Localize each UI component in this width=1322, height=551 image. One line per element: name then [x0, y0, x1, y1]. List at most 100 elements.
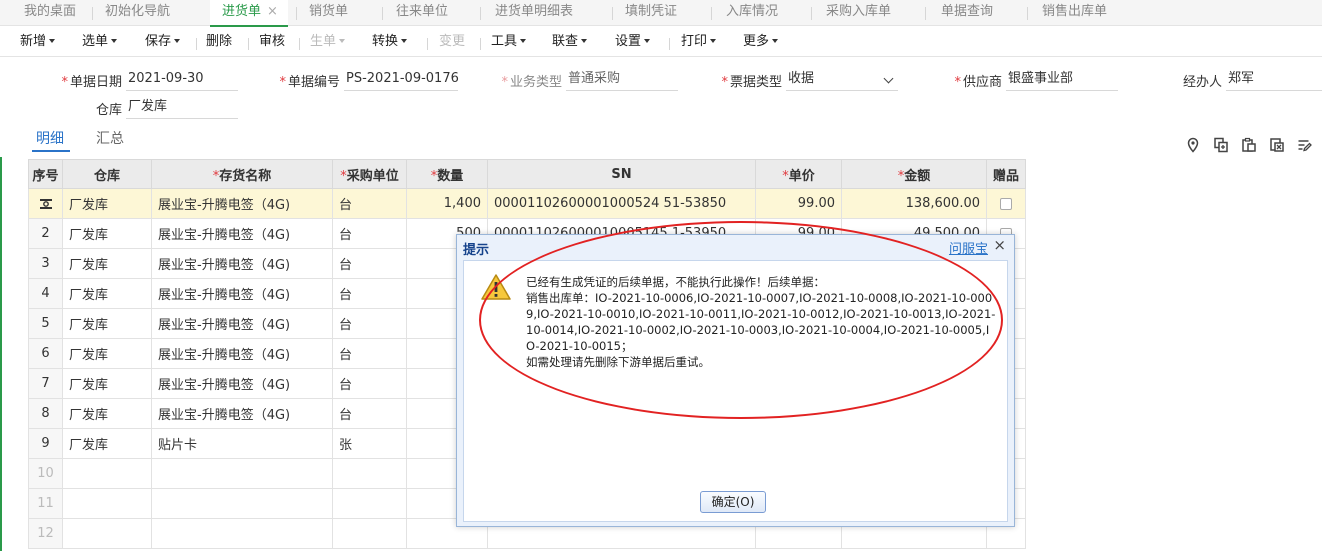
save-button[interactable]: 保存 [145, 33, 181, 51]
invoice-type-field[interactable]: * 票据类型 收据 [721, 69, 898, 91]
doc-number-value[interactable]: PS-2021-09-0176 [344, 69, 459, 91]
audit-button[interactable]: 审核 [259, 33, 285, 51]
tab-stock-in-status[interactable]: 入库情况 [711, 0, 778, 26]
gift-checkbox[interactable] [1000, 197, 1012, 210]
cell-warehouse[interactable] [62, 518, 152, 549]
cell-warehouse[interactable]: 厂发库 [62, 338, 152, 369]
cell-unit[interactable]: 台 [332, 308, 407, 339]
settings-button[interactable]: 设置 [615, 33, 651, 51]
cell-unit[interactable]: 台 [332, 248, 407, 279]
tab-sales-stock-out[interactable]: 销售出库单 [1027, 0, 1107, 26]
col-warehouse-header[interactable]: 仓库 [62, 159, 152, 189]
ok-button[interactable]: 确定(O) [700, 491, 766, 513]
cell-qty[interactable]: 1,400 [406, 188, 488, 219]
col-amount-header[interactable]: *金额 [841, 159, 987, 189]
delete-button[interactable]: 删除 [206, 33, 232, 51]
cell-warehouse[interactable]: 厂发库 [62, 188, 152, 219]
cell-item[interactable]: 展业宝-升腾电签（4G) [151, 308, 333, 339]
cell-sn[interactable]: 00001102600001000524 51-53850 [487, 188, 756, 219]
cell-item[interactable]: 展业宝-升腾电签（4G) [151, 218, 333, 249]
generate-button[interactable]: 生单 [310, 33, 346, 51]
col-unit-header[interactable]: *采购单位 [332, 159, 407, 189]
close-icon[interactable]: × [267, 4, 278, 19]
biztype-field[interactable]: * 业务类型 普通采购 [501, 69, 678, 91]
cell-item[interactable] [151, 488, 333, 519]
tab-sales-order[interactable]: 销货单 [296, 0, 348, 26]
biztype-value[interactable]: 普通采购 [566, 69, 678, 91]
change-button[interactable]: 变更 [439, 33, 465, 51]
location-icon[interactable] [1185, 137, 1201, 153]
tools-button[interactable]: 工具 [491, 33, 527, 51]
supplier-value[interactable]: 银盛事业部 [1006, 69, 1118, 91]
cell-unit[interactable] [332, 488, 407, 519]
copy-icon[interactable] [1213, 137, 1229, 153]
row-edit-icon[interactable] [39, 198, 53, 210]
cell-warehouse[interactable]: 厂发库 [62, 248, 152, 279]
date-value[interactable]: 2021-09-30 [126, 69, 238, 91]
invoice-type-value[interactable]: 收据 [786, 69, 898, 91]
more-button[interactable]: 更多 [743, 33, 779, 51]
close-icon[interactable]: × [993, 236, 1006, 254]
handler-value[interactable]: 郑军 [1226, 69, 1322, 91]
cell-warehouse[interactable]: 厂发库 [62, 308, 152, 339]
col-qty-header[interactable]: *数量 [406, 159, 488, 189]
cell-unit[interactable]: 台 [332, 278, 407, 309]
date-field[interactable]: * 单据日期 2021-09-30 [61, 69, 238, 91]
col-sn-header[interactable]: SN [487, 159, 756, 189]
cell-item[interactable]: 展业宝-升腾电签（4G) [151, 188, 333, 219]
tab-purchase-order[interactable]: 进货单 × [210, 0, 288, 27]
cell-warehouse[interactable]: 厂发库 [62, 428, 152, 459]
cell-unit[interactable]: 台 [332, 218, 407, 249]
convert-button[interactable]: 转换 [372, 33, 408, 51]
cell-amount[interactable]: 138,600.00 [841, 188, 987, 219]
print-button[interactable]: 打印 [681, 33, 717, 51]
tab-doc-query[interactable]: 单据查询 [925, 0, 993, 26]
edit-icon[interactable] [1297, 137, 1313, 153]
cell-warehouse[interactable]: 厂发库 [62, 368, 152, 399]
cell-unit[interactable]: 台 [332, 368, 407, 399]
link-query-button[interactable]: 联查 [552, 33, 588, 51]
cell-unit[interactable] [332, 458, 407, 489]
cell-item[interactable] [151, 518, 333, 549]
cell-item[interactable]: 展业宝-升腾电签（4G) [151, 338, 333, 369]
doc-number-field[interactable]: * 单据编号 PS-2021-09-0176 [279, 69, 459, 91]
cell-warehouse[interactable]: 厂发库 [62, 398, 152, 429]
cell-item[interactable]: 展业宝-升腾电签（4G) [151, 398, 333, 429]
tab-detail[interactable]: 明细 [32, 128, 70, 152]
cell-item[interactable]: 展业宝-升腾电签（4G) [151, 248, 333, 279]
tab-purchase-stock-in[interactable]: 采购入库单 [811, 0, 891, 26]
cell-item[interactable]: 展业宝-升腾电签（4G) [151, 278, 333, 309]
help-link[interactable]: 问服宝 [949, 238, 988, 257]
clear-icon[interactable] [1269, 137, 1285, 153]
cell-item[interactable]: 展业宝-升腾电签（4G) [151, 368, 333, 399]
cell-price[interactable]: 99.00 [755, 188, 842, 219]
warehouse-value[interactable]: 厂发库 [126, 97, 238, 119]
cell-unit[interactable]: 张 [332, 428, 407, 459]
tab-contacts[interactable]: 往来单位 [382, 0, 448, 26]
table-row[interactable]: 厂发库 展业宝-升腾电签（4G) 台 1,400 0000110260000100052… [28, 188, 1026, 219]
tab-my-desktop[interactable]: 我的桌面 [24, 0, 76, 26]
col-price-header[interactable]: *单价 [755, 159, 842, 189]
supplier-field[interactable]: * 供应商 银盛事业部 [954, 69, 1118, 91]
warehouse-field[interactable]: 仓库 厂发库 [96, 97, 238, 119]
cell-unit[interactable] [332, 518, 407, 549]
cell-warehouse[interactable] [62, 458, 152, 489]
tab-voucher[interactable]: 填制凭证 [612, 0, 677, 26]
handler-field[interactable]: 经办人 郑军 [1183, 69, 1322, 91]
cell-unit[interactable]: 台 [332, 398, 407, 429]
cell-gift[interactable] [986, 188, 1026, 219]
cell-warehouse[interactable]: 厂发库 [62, 218, 152, 249]
tab-summary[interactable]: 汇总 [96, 128, 124, 148]
cell-item[interactable]: 贴片卡 [151, 428, 333, 459]
cell-warehouse[interactable] [62, 488, 152, 519]
cell-unit[interactable]: 台 [332, 188, 407, 219]
tab-init-nav[interactable]: ​初始化导航 [92, 0, 170, 26]
new-button[interactable]: 新增 [20, 33, 56, 51]
select-button[interactable]: 选单 [82, 33, 118, 51]
cell-item[interactable] [151, 458, 333, 489]
paste-icon[interactable] [1241, 137, 1257, 153]
cell-unit[interactable]: 台 [332, 338, 407, 369]
col-item-header[interactable]: *存货名称 [151, 159, 333, 189]
tab-purchase-detail[interactable]: 进货单明细表 [480, 0, 573, 26]
cell-warehouse[interactable]: 厂发库 [62, 278, 152, 309]
